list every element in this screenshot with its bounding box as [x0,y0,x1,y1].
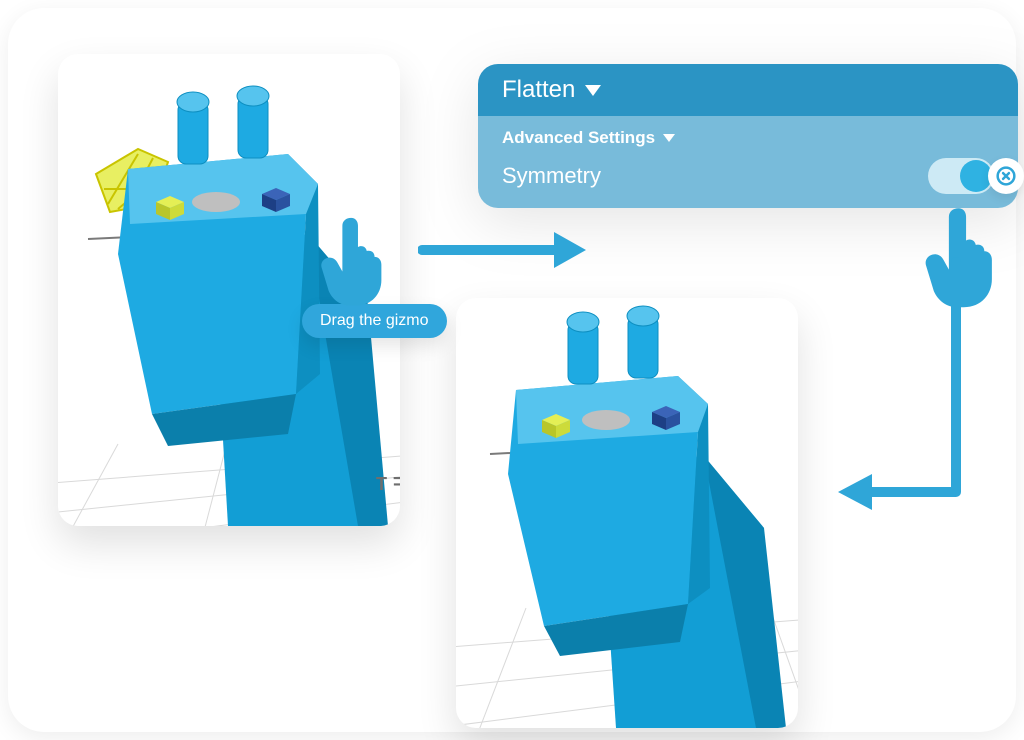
advanced-settings-label: Advanced Settings [502,128,655,148]
flow-arrow [418,226,588,274]
chevron-down-icon [585,85,601,96]
model-after [456,298,798,728]
tutorial-canvas: EFT [8,8,1016,732]
close-button[interactable] [988,158,1024,194]
advanced-settings-header[interactable]: Advanced Settings [502,124,994,152]
panel-header[interactable]: Flatten [478,64,1018,116]
viewport-after[interactable] [456,298,798,728]
close-icon [996,166,1016,186]
pointer-hand-icon [318,212,396,310]
hint-text: Drag the gizmo [320,312,429,329]
tool-settings-panel: Flatten Advanced Settings Symmetry [478,64,1018,210]
symmetry-label: Symmetry [502,163,601,189]
orientation-label: EFT [370,474,400,495]
symmetry-toggle[interactable] [928,158,994,194]
flow-arrow [828,252,988,522]
chevron-down-icon [663,134,675,142]
tool-name-label: Flatten [502,76,575,104]
